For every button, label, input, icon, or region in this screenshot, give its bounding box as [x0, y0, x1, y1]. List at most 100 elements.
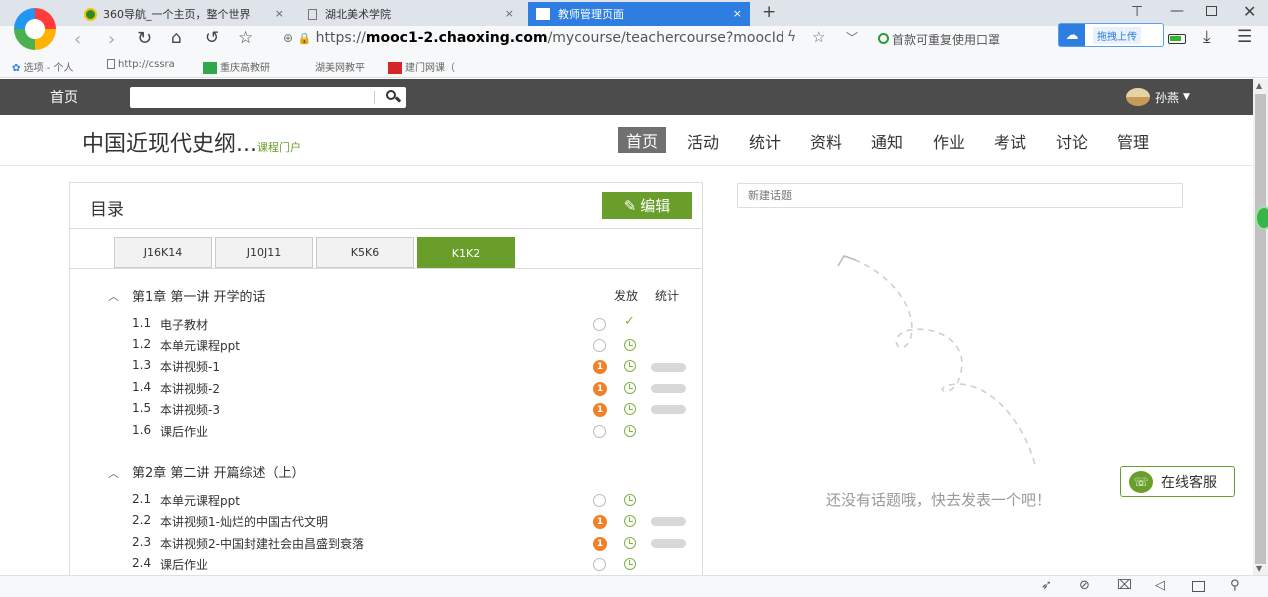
- course-title: 中国近现代史纲...课程门户: [82, 126, 301, 158]
- group-tab-k1k2[interactable]: K1K2: [417, 237, 515, 269]
- site-topbar: 首页 孙燕 ▼: [0, 79, 1253, 115]
- bookmark-options[interactable]: ✿ 选项 - 个人: [12, 59, 74, 74]
- clock-icon[interactable]: [624, 558, 636, 570]
- scroll-thumb[interactable]: [1255, 94, 1266, 564]
- group-tab-j10j11[interactable]: J10J11: [215, 237, 313, 268]
- clock-icon[interactable]: [624, 403, 636, 415]
- item-title[interactable]: 本讲视频1-灿烂的中国古代文明: [160, 513, 328, 530]
- item-title[interactable]: 本讲视频2-中国封建社会由昌盛到衰落: [160, 535, 364, 552]
- volume-icon[interactable]: ◁: [1155, 578, 1165, 593]
- bookmark-label: 湖美网教平: [315, 63, 365, 74]
- new-topic-input[interactable]: [737, 183, 1183, 208]
- nav-activity[interactable]: 活动: [687, 129, 719, 153]
- chapter-title[interactable]: 第1章 第一讲 开学的话: [132, 286, 266, 305]
- item-num: 1.6: [132, 423, 152, 437]
- minimize-icon[interactable]: —: [1170, 3, 1184, 19]
- item-title[interactable]: 本单元课程ppt: [160, 337, 240, 354]
- scrollbar[interactable]: ▲ ▼: [1253, 79, 1268, 575]
- clock-icon[interactable]: [624, 494, 636, 506]
- group-tab-j16k14[interactable]: J16K14: [114, 237, 212, 268]
- nav-resources[interactable]: 资料: [810, 129, 842, 153]
- item-title[interactable]: 本讲视频-1: [160, 358, 220, 375]
- window-icon[interactable]: [1192, 581, 1205, 592]
- item-title[interactable]: 本讲视频-2: [160, 380, 220, 397]
- edit-button[interactable]: ✎ 编辑: [602, 192, 692, 219]
- nav-discussion[interactable]: 讨论: [1056, 129, 1088, 153]
- item-title[interactable]: 课后作业: [160, 423, 208, 440]
- url-field[interactable]: ⊕ 🔒 https://mooc1-2.chaoxing.com/mycours…: [283, 30, 783, 50]
- home-icon[interactable]: ⌂: [171, 28, 182, 48]
- back-icon[interactable]: ‹: [74, 29, 81, 50]
- item-title[interactable]: 课后作业: [160, 556, 208, 573]
- lightning-icon[interactable]: ϟ: [787, 29, 796, 45]
- nav-exams[interactable]: 考试: [994, 129, 1026, 153]
- nav-home[interactable]: 首页: [618, 127, 667, 153]
- stats-bar[interactable]: [651, 517, 686, 526]
- reload-icon[interactable]: ↻: [137, 28, 152, 49]
- bookmark-jianmen[interactable]: 建门网课（: [388, 59, 455, 74]
- bookmark-cssra[interactable]: http://cssra: [107, 59, 175, 70]
- browser-tab-teacher[interactable]: 教师管理页面 ×: [528, 2, 750, 26]
- bookmark-humei[interactable]: 湖美网教平: [315, 59, 365, 74]
- clock-icon[interactable]: [624, 360, 636, 372]
- clock-icon[interactable]: [624, 425, 636, 437]
- close-icon[interactable]: ×: [733, 7, 742, 20]
- clock-icon[interactable]: [624, 537, 636, 549]
- star-icon[interactable]: ☆: [238, 28, 253, 48]
- battery-icon[interactable]: [1168, 34, 1186, 44]
- nav-homework[interactable]: 作业: [933, 129, 965, 153]
- download-icon[interactable]: ⤓: [1203, 27, 1211, 47]
- chevron-down-icon[interactable]: ﹀: [846, 29, 858, 46]
- forward-icon[interactable]: ›: [108, 29, 115, 50]
- scroll-down-icon[interactable]: ▼: [1256, 564, 1262, 573]
- browser-logo-icon[interactable]: [14, 8, 56, 50]
- browser-tab-hubei[interactable]: 湖北美术学院 ×: [300, 2, 522, 26]
- item-title[interactable]: 本单元课程ppt: [160, 492, 240, 509]
- clock-icon[interactable]: [624, 382, 636, 394]
- online-service-button[interactable]: ☏ 在线客服: [1120, 466, 1235, 497]
- site-search-input[interactable]: [134, 89, 374, 106]
- close-icon[interactable]: ×: [505, 7, 514, 20]
- browser-tab-360nav[interactable]: 360导航_一个主页，整个世界 ×: [76, 2, 292, 26]
- undo-icon[interactable]: ↺: [205, 28, 219, 48]
- trash-icon[interactable]: ⌧: [1117, 578, 1132, 593]
- stats-bar[interactable]: [651, 405, 686, 414]
- restore-icon[interactable]: [1206, 6, 1217, 16]
- close-icon[interactable]: ×: [275, 7, 284, 20]
- nav-notices[interactable]: 通知: [871, 129, 903, 153]
- menu-icon[interactable]: ☰: [1237, 27, 1252, 47]
- bookmark-chongqing[interactable]: 重庆高教研: [203, 59, 270, 74]
- service-label: 在线客服: [1161, 474, 1217, 491]
- search-hint[interactable]: 首款可重复使用口罩: [878, 31, 1000, 48]
- rocket-icon[interactable]: ➶: [1041, 578, 1052, 593]
- tab-title: 教师管理页面: [558, 8, 624, 21]
- stats-bar[interactable]: [651, 384, 686, 393]
- nav-statistics[interactable]: 统计: [749, 129, 781, 153]
- scroll-up-icon[interactable]: ▲: [1256, 81, 1262, 90]
- side-float-icon[interactable]: [1255, 206, 1268, 230]
- chapter-title[interactable]: 第2章 第二讲 开篇综述（上）: [132, 462, 305, 481]
- search-icon[interactable]: [384, 88, 402, 106]
- speed-icon[interactable]: ⊘: [1079, 578, 1090, 593]
- clock-icon[interactable]: [624, 339, 636, 351]
- zoom-icon[interactable]: ⚲: [1230, 578, 1240, 593]
- favorite-icon[interactable]: ☆: [812, 28, 825, 46]
- user-menu[interactable]: 孙燕 ▼: [1126, 88, 1190, 106]
- group-tab-k5k6[interactable]: K5K6: [316, 237, 414, 268]
- close-window-icon[interactable]: ✕: [1243, 2, 1256, 21]
- chevron-up-icon[interactable]: ︿: [108, 465, 119, 481]
- chevron-down-icon: ▼: [1183, 92, 1190, 102]
- stats-bar[interactable]: [651, 539, 686, 548]
- check-icon[interactable]: ✓: [624, 314, 635, 329]
- stats-bar[interactable]: [651, 363, 686, 372]
- item-title[interactable]: 电子教材: [160, 316, 208, 333]
- chevron-up-icon[interactable]: ︿: [108, 288, 119, 304]
- new-tab-button[interactable]: +: [762, 2, 776, 22]
- item-title[interactable]: 本讲视频-3: [160, 401, 220, 418]
- nav-manage[interactable]: 管理: [1117, 129, 1149, 153]
- upload-widget[interactable]: ☁ 拖拽上传: [1058, 23, 1164, 47]
- home-link[interactable]: 首页: [50, 87, 78, 107]
- course-portal-link[interactable]: 课程门户: [257, 141, 301, 154]
- clock-icon[interactable]: [624, 515, 636, 527]
- shirt-icon[interactable]: ⊤: [1131, 4, 1143, 20]
